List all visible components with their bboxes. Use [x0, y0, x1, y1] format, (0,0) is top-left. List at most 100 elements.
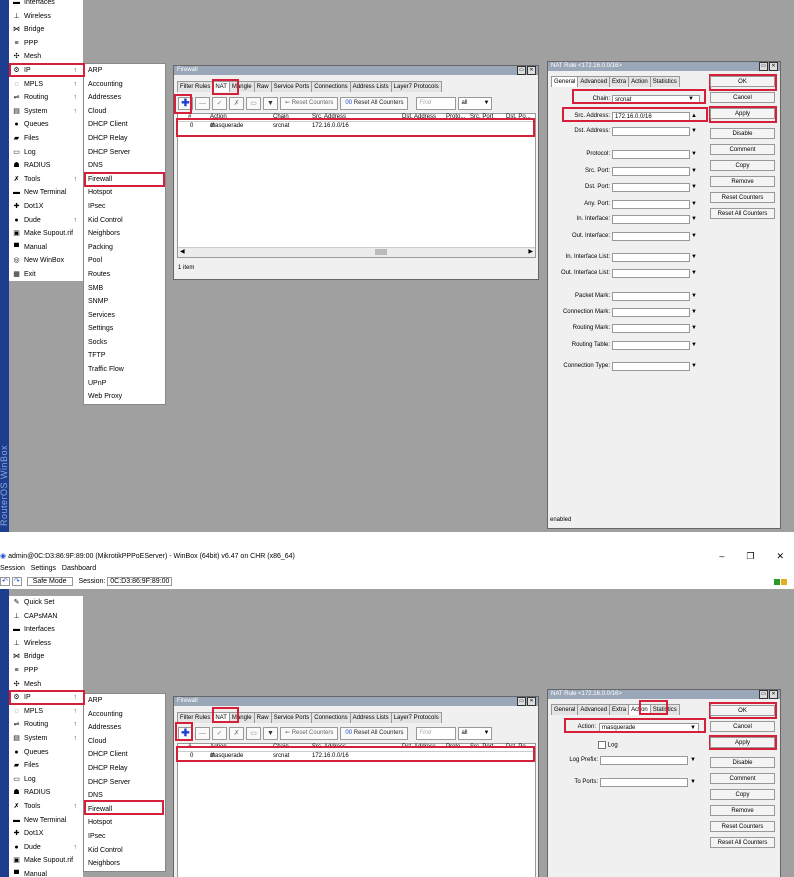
tab-filter-rules[interactable]: Filter Rules	[177, 81, 214, 92]
sidebar-item-queues[interactable]: ● Queues	[9, 118, 83, 132]
enable-icon[interactable]: ✓	[212, 727, 227, 740]
tab-statistics[interactable]: Statistics	[649, 76, 680, 87]
submenu-item-routes[interactable]: Routes	[84, 268, 165, 282]
sidebar-item-system[interactable]: ▤ System ↑	[9, 105, 83, 119]
field-input[interactable]	[612, 183, 690, 192]
tab-service-ports[interactable]: Service Ports	[270, 81, 313, 92]
menu-settings[interactable]: Settings	[31, 565, 56, 572]
submenu-item-arp[interactable]: ARP	[84, 694, 165, 708]
submenu-item-dhcp-server[interactable]: DHCP Server	[84, 776, 165, 790]
action-select[interactable]: masquerade ▼	[599, 723, 699, 732]
table-row[interactable]: 0 ⇵ masquerade srcnat 172.16.0.0/16	[178, 752, 535, 760]
chevron-down-icon[interactable]: ▼	[691, 323, 697, 334]
sidebar-item-make-supout-rif[interactable]: ▣ Make Supout.rif	[9, 854, 83, 868]
close-icon[interactable]: ✕	[776, 551, 784, 561]
sidebar-item-mesh[interactable]: ✣ Mesh	[9, 50, 83, 64]
sidebar-item-queues[interactable]: ● Queues	[9, 746, 83, 760]
tab-address-lists[interactable]: Address Lists	[349, 712, 392, 723]
field-input[interactable]	[612, 200, 690, 209]
cancel-button[interactable]: Cancel	[710, 721, 775, 732]
ok-button[interactable]: OK	[710, 76, 775, 87]
sidebar-item-files[interactable]: ▰ Files	[9, 132, 83, 146]
field-input[interactable]	[612, 269, 690, 278]
reset-all-counters-button[interactable]: Reset All Counters	[710, 837, 775, 848]
close-icon[interactable]: ✕	[527, 66, 536, 75]
column-header[interactable]: Chain	[273, 744, 289, 751]
field-input[interactable]	[612, 167, 690, 176]
sidebar-item-radius[interactable]: ☗ RADIUS	[9, 159, 83, 173]
submenu-item-dhcp-relay[interactable]: DHCP Relay	[84, 762, 165, 776]
restore-icon[interactable]: ▭	[517, 697, 526, 706]
submenu-item-packing[interactable]: Packing	[84, 241, 165, 255]
disable-button[interactable]: Disable	[710, 757, 775, 768]
field-input[interactable]	[612, 341, 690, 350]
submenu-item-dhcp-relay[interactable]: DHCP Relay	[84, 132, 165, 146]
redo-icon[interactable]: ↷	[11, 577, 22, 586]
horizontal-scrollbar[interactable]: ◀ ▶	[178, 247, 535, 257]
session-field[interactable]: 0C:D3:86:9F:89:00	[107, 577, 173, 586]
tab-mangle[interactable]: Mangle	[228, 712, 255, 723]
restore-icon[interactable]: ▭	[759, 690, 768, 699]
column-header[interactable]: Src. Address	[312, 114, 346, 121]
submenu-item-firewall[interactable]: Firewall	[84, 173, 165, 187]
field-input[interactable]	[612, 253, 690, 262]
sidebar-item-ip[interactable]: ⚙ IP ↑	[9, 691, 83, 705]
sidebar-item-interfaces[interactable]: ▬ Interfaces	[9, 623, 83, 637]
reset-counters-button[interactable]: Reset Counters	[710, 821, 775, 832]
chevron-down-icon[interactable]: ▼	[690, 755, 696, 766]
field-input[interactable]	[612, 232, 690, 241]
sidebar-item-dot1x[interactable]: ✚ Dot1X	[9, 200, 83, 214]
submenu-item-kid-control[interactable]: Kid Control	[84, 844, 165, 858]
chevron-down-icon[interactable]: ▼	[691, 307, 697, 318]
menu-dashboard[interactable]: Dashboard	[62, 565, 96, 572]
ok-button[interactable]: OK	[710, 705, 775, 716]
submenu-item-kid-control[interactable]: Kid Control	[84, 214, 165, 228]
chevron-down-icon[interactable]: ▼	[691, 149, 697, 160]
sidebar-item-dude[interactable]: ● Dude ↑	[9, 214, 83, 228]
undo-icon[interactable]: ↶	[0, 577, 10, 586]
sidebar-item-capsman[interactable]: ⊥ CAPsMAN	[9, 610, 83, 624]
chevron-down-icon[interactable]: ▼	[688, 94, 694, 105]
submenu-item-smb[interactable]: SMB	[84, 282, 165, 296]
column-header[interactable]: Action	[210, 744, 227, 751]
sidebar-item-quick-set[interactable]: ✎ Quick Set	[9, 596, 83, 610]
copy-button[interactable]: Copy	[710, 160, 775, 171]
to-ports-input[interactable]	[600, 778, 688, 787]
restore-icon[interactable]: ▭	[759, 62, 768, 71]
sidebar-item-radius[interactable]: ☗ RADIUS	[9, 786, 83, 800]
column-header[interactable]: Proto...	[446, 744, 465, 751]
sidebar-item-system[interactable]: ▤ System ↑	[9, 732, 83, 746]
chevron-down-icon[interactable]: ▼	[691, 214, 697, 225]
chevron-down-icon[interactable]: ▼	[691, 182, 697, 193]
submenu-item-cloud[interactable]: Cloud	[84, 105, 165, 119]
sidebar-item-routing[interactable]: ⇌ Routing ↑	[9, 91, 83, 105]
tab-connections[interactable]: Connections	[311, 81, 351, 92]
submenu-item-traffic-flow[interactable]: Traffic Flow	[84, 363, 165, 377]
submenu-item-hotspot[interactable]: Hotspot	[84, 186, 165, 200]
tab-layer7-protocols[interactable]: Layer7 Protocols	[390, 712, 442, 723]
submenu-item-arp[interactable]: ARP	[84, 64, 165, 78]
filter-select[interactable]: all ▼	[458, 727, 493, 740]
chevron-up-icon[interactable]: ▲	[691, 111, 697, 122]
submenu-item-snmp[interactable]: SNMP	[84, 295, 165, 309]
submenu-item-dhcp-server[interactable]: DHCP Server	[84, 146, 165, 160]
minimize-icon[interactable]: –	[719, 551, 724, 561]
column-header[interactable]: Proto...	[446, 114, 465, 121]
tab-filter-rules[interactable]: Filter Rules	[177, 712, 214, 723]
sidebar-item-ppp[interactable]: ≡ PPP	[9, 664, 83, 678]
sidebar-item-ip[interactable]: ⚙ IP ↑	[9, 64, 83, 78]
maximize-icon[interactable]: ❐	[746, 551, 754, 561]
sidebar-item-ppp[interactable]: ≡ PPP	[9, 37, 83, 51]
submenu-item-services[interactable]: Services	[84, 309, 165, 323]
sidebar-item-new-terminal[interactable]: ▬ New Terminal	[9, 186, 83, 200]
sidebar-item-manual[interactable]: ▀ Manual	[9, 241, 83, 255]
submenu-item-dns[interactable]: DNS	[84, 159, 165, 173]
submenu-item-tftp[interactable]: TFTP	[84, 349, 165, 363]
chevron-down-icon[interactable]: ▼	[691, 252, 697, 263]
find-input[interactable]: Find	[416, 97, 457, 110]
field-input[interactable]: srcnat	[612, 95, 700, 104]
column-header[interactable]: Dst. Address	[402, 744, 436, 751]
submenu-item-accounting[interactable]: Accounting	[84, 78, 165, 92]
field-input[interactable]	[612, 150, 690, 159]
sidebar-item-bridge[interactable]: ⋈ Bridge	[9, 650, 83, 664]
